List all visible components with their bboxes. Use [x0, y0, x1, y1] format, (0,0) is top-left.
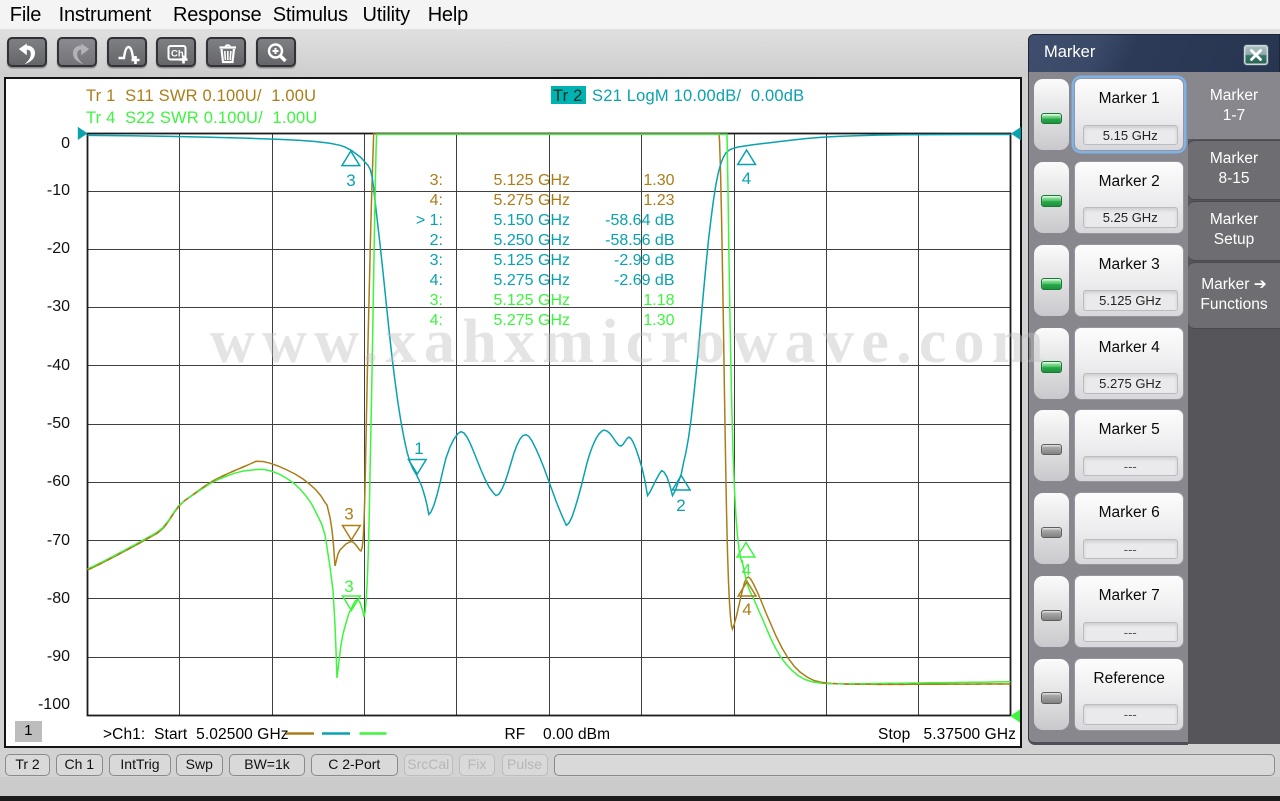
svg-text:1: 1	[414, 439, 423, 458]
svg-text:3: 3	[346, 171, 355, 190]
svg-text:2: 2	[676, 496, 685, 515]
svg-text:3: 3	[344, 505, 353, 524]
svg-text:4: 4	[742, 561, 751, 580]
svg-text:3: 3	[344, 577, 353, 596]
svg-text:4: 4	[742, 600, 751, 619]
svg-text:4: 4	[742, 169, 751, 188]
